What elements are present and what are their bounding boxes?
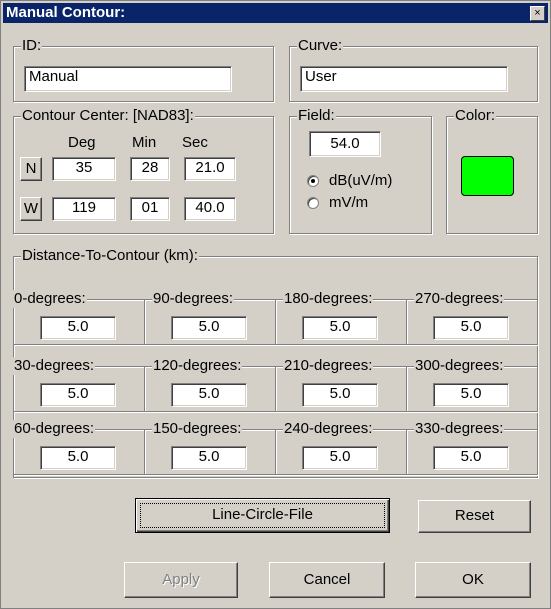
unit-label-mv: mV/m	[329, 194, 369, 211]
direction-group: 240-degrees: 5.0	[275, 420, 407, 475]
distance-input[interactable]: 5.0	[171, 316, 247, 340]
distance-input[interactable]: 5.0	[433, 446, 509, 470]
color-group: Color:	[446, 107, 538, 234]
direction-group: 120-degrees: 5.0	[144, 357, 276, 412]
direction-label: 30-degrees:	[13, 357, 96, 375]
direction-group: 0-degrees: 5.0	[13, 290, 145, 345]
distance-input[interactable]: 5.0	[433, 383, 509, 407]
direction-label: 60-degrees:	[13, 420, 96, 438]
color-group-label: Color:	[454, 107, 497, 125]
apply-button[interactable]: Apply	[124, 562, 238, 598]
longitude-hemisphere-button[interactable]: W	[20, 197, 42, 221]
curve-input[interactable]: User	[300, 66, 508, 92]
reset-button[interactable]: Reset	[418, 500, 531, 533]
direction-group: 210-degrees: 5.0	[275, 357, 407, 412]
field-group: Field: 54.0 dB(uV/m) mV/m	[289, 107, 432, 234]
distance-input[interactable]: 5.0	[302, 316, 378, 340]
direction-label: 210-degrees:	[283, 357, 374, 375]
contour-center-group: Contour Center: [NAD83]: Deg Min Sec N 3…	[13, 107, 274, 234]
close-button[interactable]: ×	[530, 6, 545, 21]
min-column-label: Min	[132, 134, 157, 151]
unit-label-dbuv: dB(uV/m)	[329, 172, 393, 189]
distance-input[interactable]: 5.0	[433, 316, 509, 340]
direction-label: 150-degrees:	[152, 420, 243, 438]
direction-label: 0-degrees:	[13, 290, 87, 308]
curve-group-label: Curve:	[297, 37, 344, 55]
unit-radio-mv[interactable]	[307, 197, 319, 209]
field-group-label: Field:	[297, 107, 336, 125]
distance-input[interactable]: 5.0	[302, 446, 378, 470]
direction-group: 330-degrees: 5.0	[406, 420, 538, 475]
direction-label: 120-degrees:	[152, 357, 243, 375]
direction-group: 30-degrees: 5.0	[13, 357, 145, 412]
deg-column-label: Deg	[68, 134, 96, 151]
color-swatch[interactable]	[461, 156, 514, 196]
longitude-deg-input[interactable]: 119	[52, 197, 116, 221]
longitude-min-input[interactable]: 01	[130, 197, 170, 221]
unit-radio-dbuv[interactable]	[307, 175, 319, 187]
direction-group: 300-degrees: 5.0	[406, 357, 538, 412]
distance-input[interactable]: 5.0	[40, 316, 116, 340]
distance-input[interactable]: 5.0	[171, 383, 247, 407]
contour-center-label: Contour Center: [NAD83]:	[21, 107, 195, 125]
latitude-sec-input[interactable]: 21.0	[184, 157, 236, 181]
ok-button[interactable]: OK	[415, 562, 531, 598]
distance-input[interactable]: 5.0	[171, 446, 247, 470]
longitude-sec-input[interactable]: 40.0	[184, 197, 236, 221]
direction-group: 150-degrees: 5.0	[144, 420, 276, 475]
direction-label: 90-degrees:	[152, 290, 235, 308]
sec-column-label: Sec	[182, 134, 208, 151]
distance-input[interactable]: 5.0	[40, 383, 116, 407]
line-circle-file-label: Line-Circle-File	[140, 503, 385, 528]
line-circle-file-button[interactable]: Line-Circle-File	[135, 498, 390, 533]
direction-label: 270-degrees:	[414, 290, 505, 308]
id-group-label: ID:	[21, 37, 43, 55]
cancel-button[interactable]: Cancel	[269, 562, 385, 598]
direction-group: 90-degrees: 5.0	[144, 290, 276, 345]
direction-label: 300-degrees:	[414, 357, 505, 375]
title-bar[interactable]: Manual Contour: ×	[3, 3, 548, 23]
distance-input[interactable]: 5.0	[40, 446, 116, 470]
radio-selected-dot	[311, 179, 315, 183]
latitude-hemisphere-button[interactable]: N	[20, 157, 42, 181]
distance-group-label: Distance-To-Contour (km):	[21, 247, 199, 265]
direction-group: 60-degrees: 5.0	[13, 420, 145, 475]
field-strength-input[interactable]: 54.0	[309, 131, 381, 157]
direction-label: 330-degrees:	[414, 420, 505, 438]
id-input[interactable]: Manual	[24, 66, 232, 92]
distance-input[interactable]: 5.0	[302, 383, 378, 407]
direction-group: 180-degrees: 5.0	[275, 290, 407, 345]
direction-group: 270-degrees: 5.0	[406, 290, 538, 345]
direction-label: 180-degrees:	[283, 290, 374, 308]
latitude-deg-input[interactable]: 35	[52, 157, 116, 181]
id-group: ID: Manual	[13, 37, 274, 102]
direction-label: 240-degrees:	[283, 420, 374, 438]
curve-group: Curve: User	[289, 37, 538, 102]
window-title: Manual Contour:	[6, 4, 126, 21]
manual-contour-dialog: Manual Contour: × ID: Manual Curve: User…	[0, 0, 551, 609]
latitude-min-input[interactable]: 28	[130, 157, 170, 181]
